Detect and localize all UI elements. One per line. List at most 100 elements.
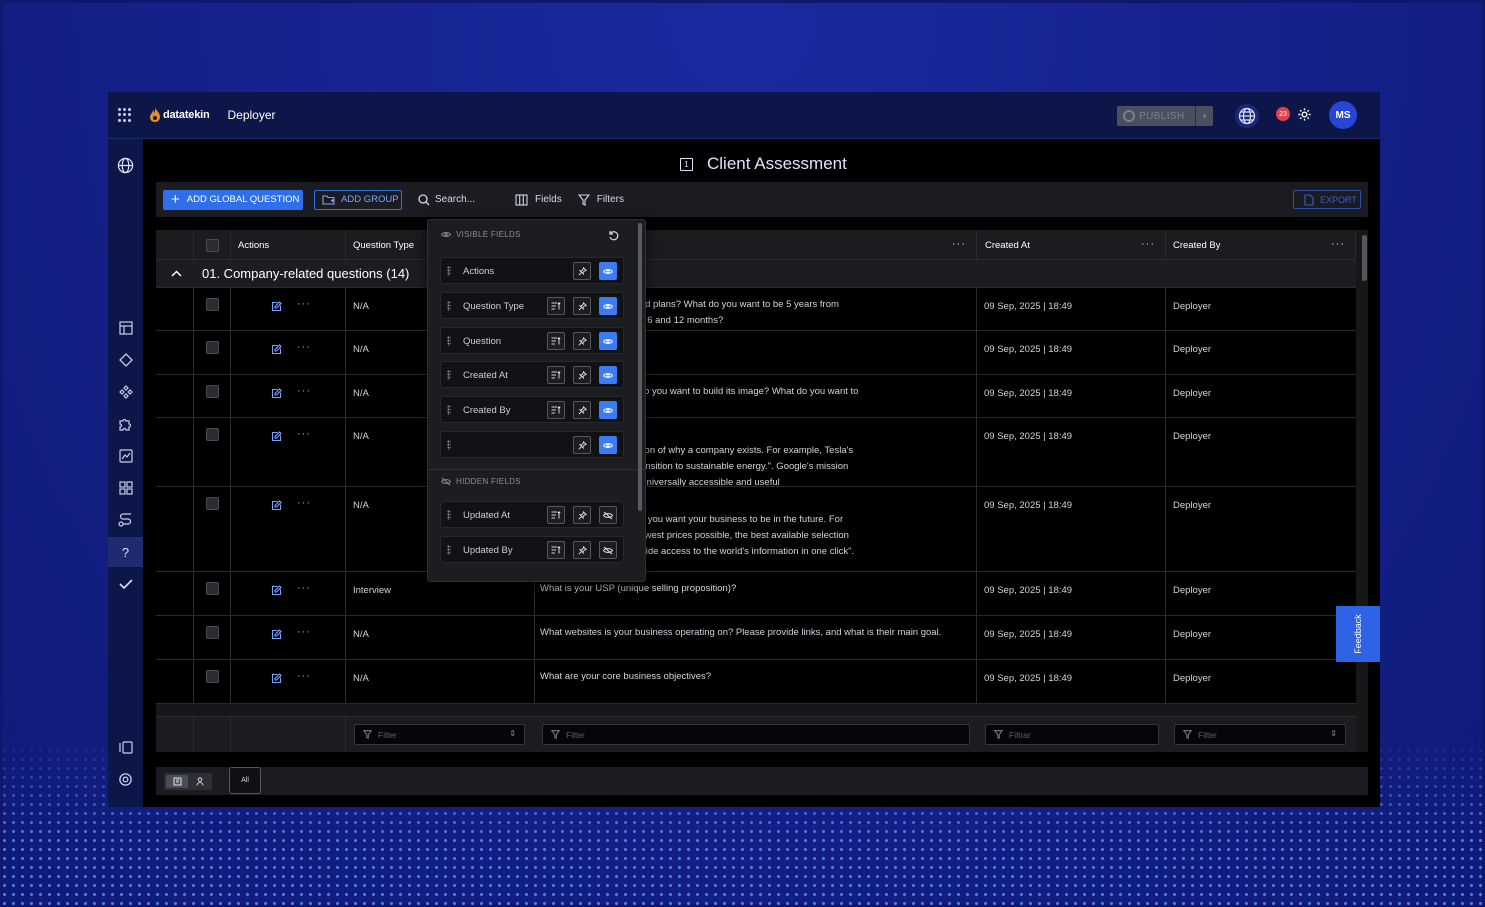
collapse-sidebar-icon[interactable] <box>117 739 134 756</box>
eye-icon[interactable] <box>599 262 617 280</box>
table-row[interactable]: ···N/An's vision statement? vid mental i… <box>156 487 1356 572</box>
more-options-icon[interactable]: ··· <box>297 341 311 353</box>
more-options-icon[interactable]: ··· <box>297 298 311 310</box>
edit-icon[interactable] <box>271 431 282 445</box>
logo[interactable]: datatekin <box>150 108 210 122</box>
sort-icon[interactable] <box>547 401 565 419</box>
row-checkbox[interactable] <box>206 341 219 354</box>
more-options-icon[interactable]: ··· <box>297 385 311 397</box>
eye-off-icon[interactable] <box>599 541 617 559</box>
row-checkbox[interactable] <box>206 582 219 595</box>
more-options-icon[interactable]: ··· <box>297 626 311 638</box>
visible-field-item[interactable]: Question <box>440 327 624 354</box>
more-options-icon[interactable]: ··· <box>297 497 311 509</box>
hidden-field-item[interactable]: Updated By <box>440 536 624 563</box>
pin-icon[interactable] <box>573 506 591 524</box>
eye-icon[interactable] <box>599 297 617 315</box>
more-options-icon[interactable]: ··· <box>297 670 311 682</box>
pin-icon[interactable] <box>573 436 591 454</box>
drag-handle-icon[interactable] <box>447 405 451 415</box>
eye-icon[interactable] <box>599 401 617 419</box>
header-created-at[interactable]: Created At ··· <box>977 230 1166 260</box>
edit-icon[interactable] <box>271 629 282 643</box>
select-all-checkbox[interactable] <box>205 238 219 252</box>
company-view-button[interactable] <box>166 775 188 788</box>
sort-icon[interactable] <box>547 332 565 350</box>
question-filter-input[interactable]: Filter <box>542 724 970 745</box>
pin-icon[interactable] <box>573 366 591 384</box>
drag-handle-icon[interactable] <box>447 301 451 311</box>
pin-icon[interactable] <box>573 401 591 419</box>
row-checkbox[interactable] <box>206 670 219 683</box>
sort-icon[interactable] <box>547 541 565 559</box>
globe-icon[interactable] <box>117 157 134 174</box>
apps-grid-icon[interactable] <box>118 108 132 122</box>
notification-badge[interactable]: 23 <box>1276 107 1290 121</box>
created-by-filter-input[interactable]: Filter ⇕ <box>1174 724 1346 745</box>
hidden-field-item[interactable]: Updated At <box>440 501 624 528</box>
visible-field-item[interactable]: Question Type <box>440 292 624 319</box>
puzzle-icon[interactable] <box>117 415 134 432</box>
header-select-all[interactable] <box>194 230 231 260</box>
drag-handle-icon[interactable] <box>447 336 451 346</box>
tab-all[interactable]: All <box>229 767 261 794</box>
edit-icon[interactable] <box>271 673 282 687</box>
visible-field-item[interactable]: Actions <box>440 257 624 284</box>
table-row[interactable]: ···N/An and long-term goals and plans? W… <box>156 288 1356 331</box>
pin-icon[interactable] <box>573 262 591 280</box>
route-icon[interactable] <box>117 511 134 528</box>
column-menu-icon[interactable]: ··· <box>952 238 966 250</box>
chevron-up-icon[interactable] <box>171 270 182 277</box>
filters-button[interactable]: Filters <box>577 193 624 206</box>
drag-handle-icon[interactable] <box>447 370 451 380</box>
chart-icon[interactable] <box>117 447 134 464</box>
dashboard-icon[interactable] <box>117 479 134 496</box>
add-global-question-button[interactable]: + ADD GLOBAL QUESTION <box>163 189 303 210</box>
layout-icon[interactable] <box>117 319 134 336</box>
help-icon[interactable]: ? <box>108 537 143 567</box>
pin-icon[interactable] <box>573 297 591 315</box>
feedback-tab[interactable]: Feedback <box>1336 606 1380 662</box>
edit-icon[interactable] <box>271 585 282 599</box>
visible-field-item[interactable] <box>440 431 624 458</box>
header-actions[interactable]: Actions <box>231 230 346 260</box>
eye-off-icon[interactable] <box>599 506 617 524</box>
eye-icon[interactable] <box>599 366 617 384</box>
check-icon[interactable] <box>117 575 134 592</box>
table-row[interactable]: ··· N/A What websites is your business ope… <box>156 616 1356 660</box>
column-menu-icon[interactable]: ··· <box>1331 238 1345 250</box>
edit-icon[interactable] <box>271 500 282 514</box>
edit-icon[interactable] <box>271 344 282 358</box>
drag-handle-icon[interactable] <box>447 545 451 555</box>
table-row[interactable]: ···N/An's mission statement? brief (but … <box>156 418 1356 487</box>
drag-handle-icon[interactable] <box>447 266 451 276</box>
avatar[interactable]: MS <box>1329 101 1357 129</box>
sort-icon[interactable] <box>547 506 565 524</box>
row-checkbox[interactable] <box>206 428 219 441</box>
created-at-filter-input[interactable]: Filtrar <box>985 724 1159 745</box>
reset-icon[interactable] <box>608 229 620 247</box>
export-button[interactable]: EXPORT <box>1293 190 1361 209</box>
settings-gear-icon[interactable] <box>117 771 134 788</box>
table-row[interactable]: ··· N/A note the website? How do you want … <box>156 375 1356 418</box>
visible-field-item[interactable]: Created At <box>440 361 624 388</box>
language-globe-icon[interactable] <box>1235 104 1259 128</box>
sort-icon[interactable] <box>547 297 565 315</box>
sort-icon[interactable] <box>547 366 565 384</box>
type-filter-input[interactable]: Filter ⇕ <box>354 724 525 745</box>
publish-button[interactable]: PUBLISH ▾ <box>1117 106 1213 126</box>
table-row[interactable]: ··· Interview What is your USP (unique sel… <box>156 572 1356 616</box>
add-group-button[interactable]: ADD GROUP <box>314 189 402 210</box>
header-created-by[interactable]: Created By ··· <box>1166 230 1356 260</box>
search-input[interactable]: Search... <box>418 193 475 206</box>
eye-icon[interactable] <box>599 436 617 454</box>
pin-icon[interactable] <box>573 541 591 559</box>
row-checkbox[interactable] <box>206 626 219 639</box>
drag-handle-icon[interactable] <box>447 510 451 520</box>
table-scrollbar[interactable] <box>1362 235 1367 281</box>
diamond-icon[interactable] <box>117 351 134 368</box>
row-checkbox[interactable] <box>206 497 219 510</box>
more-options-icon[interactable]: ··· <box>297 428 311 440</box>
more-options-icon[interactable]: ··· <box>297 582 311 594</box>
group-row[interactable]: 01. Company-related questions (14) <box>156 260 1356 288</box>
